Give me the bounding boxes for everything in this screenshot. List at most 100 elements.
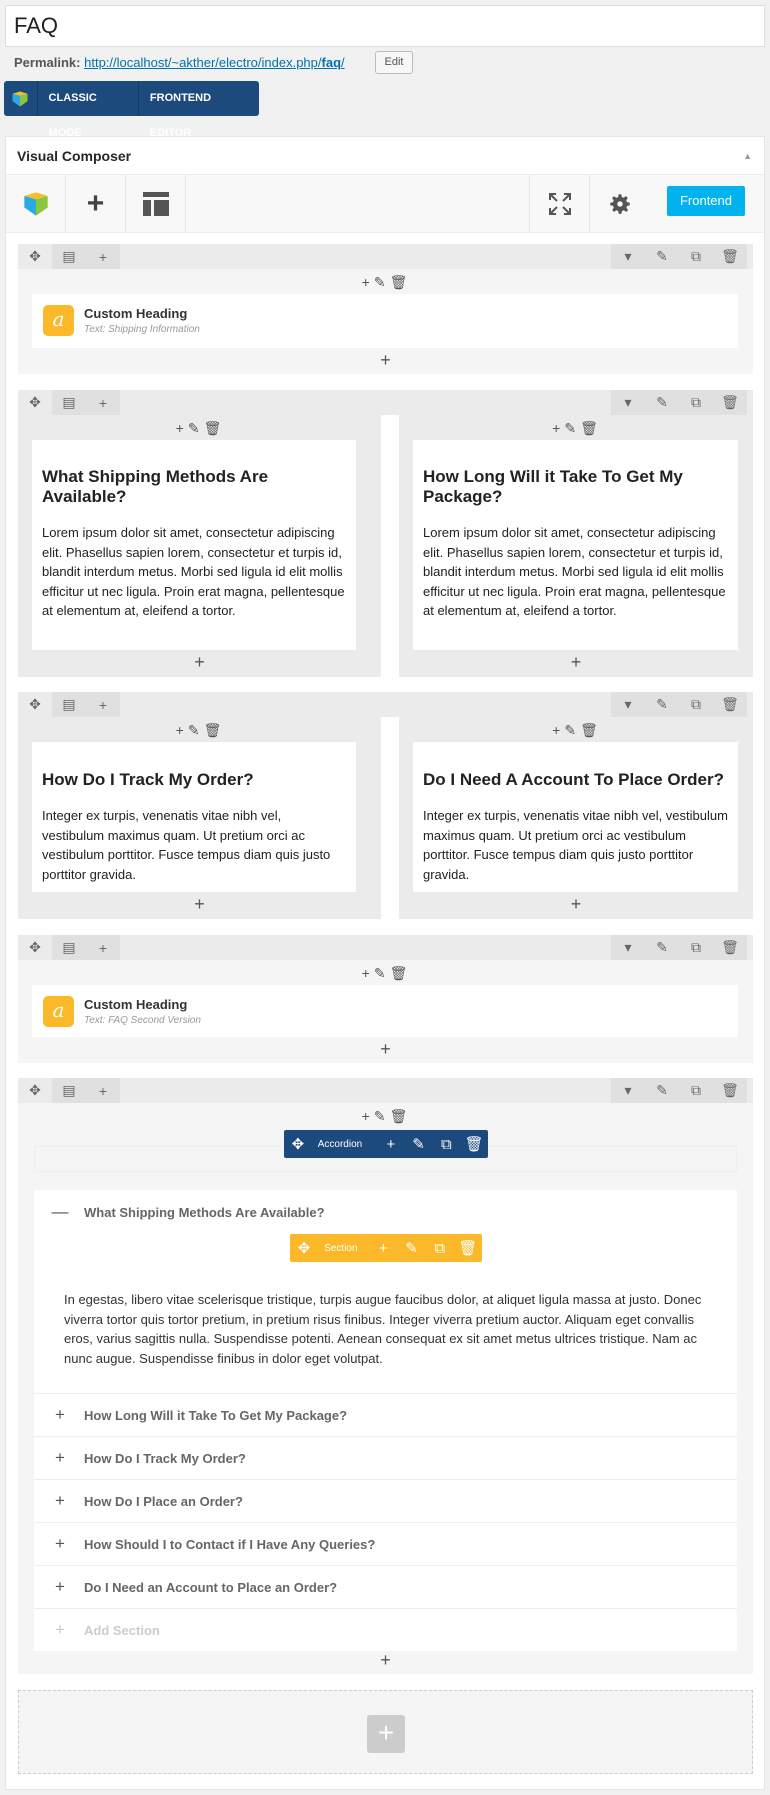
- clone-row-icon[interactable]: ⧉: [679, 692, 713, 717]
- plus-icon: +: [55, 1491, 65, 1510]
- custom-heading-element[interactable]: a Custom Heading Text: FAQ Second Version: [32, 985, 738, 1037]
- edit-row-icon[interactable]: ✎: [645, 1078, 679, 1103]
- section-controls[interactable]: ✥ Section + ✎ ⧉ 🗑: [290, 1234, 482, 1262]
- add-icon[interactable]: +: [369, 1234, 397, 1262]
- edit-icon[interactable]: ✎: [397, 1234, 425, 1262]
- accordion-section[interactable]: + How Do I Place an Order?: [34, 1479, 737, 1522]
- add-element-icon[interactable]: +: [18, 895, 381, 913]
- row-layout-icon[interactable]: ▤: [52, 244, 86, 269]
- add-column-button[interactable]: +: [86, 390, 120, 415]
- text-block[interactable]: What Shipping Methods Are Available? Lor…: [32, 440, 356, 650]
- edit-row-icon[interactable]: ✎: [645, 935, 679, 960]
- classic-mode-button[interactable]: CLASSIC MODE: [38, 81, 139, 139]
- delete-row-icon[interactable]: 🗑: [713, 692, 747, 717]
- accordion-section[interactable]: + How Should I to Contact if I Have Any Q…: [34, 1522, 737, 1565]
- delete-row-icon[interactable]: 🗑: [713, 390, 747, 415]
- custom-heading-element[interactable]: a Custom Heading Text: Shipping Informatio…: [32, 294, 738, 348]
- post-title-input[interactable]: FAQ: [5, 5, 765, 47]
- add-column-button[interactable]: +: [86, 935, 120, 960]
- add-icon: +: [361, 274, 372, 290]
- add-column-button[interactable]: +: [86, 244, 120, 269]
- vc-logo-icon: [4, 81, 38, 116]
- move-icon[interactable]: ✥: [18, 244, 52, 269]
- panel-header[interactable]: Visual Composer ▲: [6, 137, 764, 175]
- row-layout-icon[interactable]: ▤: [52, 390, 86, 415]
- move-icon[interactable]: ✥: [18, 692, 52, 717]
- accordion-section[interactable]: + Do I Need an Account to Place an Order?: [34, 1565, 737, 1608]
- delete-row-icon[interactable]: 🗑: [713, 935, 747, 960]
- column-controls[interactable]: + ✎ 🗑: [18, 273, 753, 291]
- clone-row-icon[interactable]: ⧉: [679, 244, 713, 269]
- clone-icon[interactable]: ⧉: [426, 1234, 454, 1262]
- row-layout-icon[interactable]: ▤: [52, 1078, 86, 1103]
- column-controls[interactable]: + ✎ 🗑: [18, 964, 753, 982]
- add-row-button[interactable]: +: [367, 1715, 405, 1753]
- accordion-controls[interactable]: ✥ Accordion + ✎ ⧉ 🗑: [284, 1130, 488, 1158]
- accordion-section[interactable]: + How Do I Track My Order?: [34, 1436, 737, 1479]
- block-text: Integer ex turpis, venenatis vitae nibh …: [423, 808, 728, 882]
- settings-button[interactable]: [589, 175, 649, 233]
- add-element-icon[interactable]: +: [18, 351, 753, 369]
- accordion-section[interactable]: + How Long Will it Take To Get My Package…: [34, 1393, 737, 1436]
- column-controls[interactable]: + ✎ 🗑: [18, 419, 381, 437]
- text-block[interactable]: How Do I Track My Order? Integer ex turp…: [32, 742, 356, 892]
- toggle-row-icon[interactable]: ▾: [611, 390, 645, 415]
- add-section-button[interactable]: + Add Section: [34, 1608, 737, 1651]
- add-element-icon[interactable]: +: [18, 1040, 753, 1058]
- delete-icon: 🗑: [389, 274, 410, 290]
- clone-row-icon[interactable]: ⧉: [679, 935, 713, 960]
- mode-bar: CLASSIC MODE FRONTEND EDITOR: [4, 81, 259, 139]
- row-layout-icon[interactable]: ▤: [52, 935, 86, 960]
- move-icon[interactable]: ✥: [18, 935, 52, 960]
- add-element-icon[interactable]: +: [399, 653, 753, 671]
- move-icon[interactable]: ✥: [18, 1078, 52, 1103]
- templates-button[interactable]: [126, 175, 186, 233]
- frontend-button[interactable]: Frontend: [667, 186, 745, 216]
- column-controls[interactable]: + ✎ 🗑: [399, 419, 753, 437]
- move-icon[interactable]: ✥: [18, 390, 52, 415]
- column-controls[interactable]: + ✎ 🗑: [18, 721, 381, 739]
- toggle-row-icon[interactable]: ▾: [611, 244, 645, 269]
- delete-icon[interactable]: 🗑: [454, 1234, 482, 1262]
- edit-row-icon[interactable]: ✎: [645, 390, 679, 415]
- edit-icon[interactable]: ✎: [405, 1130, 433, 1158]
- fullscreen-button[interactable]: [529, 175, 589, 233]
- permalink-label: Permalink:: [14, 55, 81, 70]
- delete-row-icon[interactable]: 🗑: [713, 244, 747, 269]
- column-left: + ✎ 🗑 How Do I Track My Order? Integer ex …: [18, 717, 381, 919]
- element-subtitle: Text: Shipping Information: [84, 323, 200, 335]
- column-controls[interactable]: + ✎ 🗑: [18, 1107, 753, 1125]
- add-column-button[interactable]: +: [86, 692, 120, 717]
- edit-row-icon[interactable]: ✎: [645, 692, 679, 717]
- clone-row-icon[interactable]: ⧉: [679, 390, 713, 415]
- accordion-section-open[interactable]: — What Shipping Methods Are Available?: [34, 1190, 737, 1234]
- add-icon[interactable]: +: [377, 1130, 405, 1158]
- delete-icon[interactable]: 🗑: [460, 1130, 488, 1158]
- clone-icon[interactable]: ⧉: [432, 1130, 460, 1158]
- clone-row-icon[interactable]: ⧉: [679, 1078, 713, 1103]
- edit-permalink-button[interactable]: Edit: [375, 51, 413, 74]
- toggle-row-icon[interactable]: ▾: [611, 692, 645, 717]
- row-1: ✥ ▤ + ▾ ✎ ⧉ 🗑 + ✎ 🗑 a Custom Heading Text: S…: [18, 244, 753, 374]
- toggle-row-icon[interactable]: ▾: [611, 935, 645, 960]
- add-element-icon[interactable]: +: [18, 1651, 753, 1669]
- add-element-icon[interactable]: +: [18, 653, 381, 671]
- panel-title: Visual Composer: [17, 148, 132, 164]
- text-block[interactable]: Do I Need A Account To Place Order? Inte…: [413, 742, 738, 892]
- row-layout-icon[interactable]: ▤: [52, 692, 86, 717]
- move-icon[interactable]: ✥: [284, 1130, 312, 1158]
- text-block[interactable]: How Long Will it Take To Get My Package?…: [413, 440, 738, 650]
- add-column-button[interactable]: +: [86, 1078, 120, 1103]
- delete-row-icon[interactable]: 🗑: [713, 1078, 747, 1103]
- permalink-link[interactable]: http://localhost/~akther/electro/index.p…: [84, 55, 345, 70]
- frontend-editor-button[interactable]: FRONTEND EDITOR: [139, 81, 259, 139]
- add-element-button[interactable]: +: [66, 175, 126, 233]
- add-element-icon[interactable]: +: [399, 895, 753, 913]
- collapse-icon[interactable]: ▲: [743, 151, 752, 161]
- toggle-row-icon[interactable]: ▾: [611, 1078, 645, 1103]
- move-icon[interactable]: ✥: [290, 1234, 318, 1262]
- column-controls[interactable]: + ✎ 🗑: [399, 721, 753, 739]
- edit-row-icon[interactable]: ✎: [645, 244, 679, 269]
- vc-logo-button[interactable]: [6, 175, 66, 233]
- custom-heading-icon: a: [43, 304, 74, 336]
